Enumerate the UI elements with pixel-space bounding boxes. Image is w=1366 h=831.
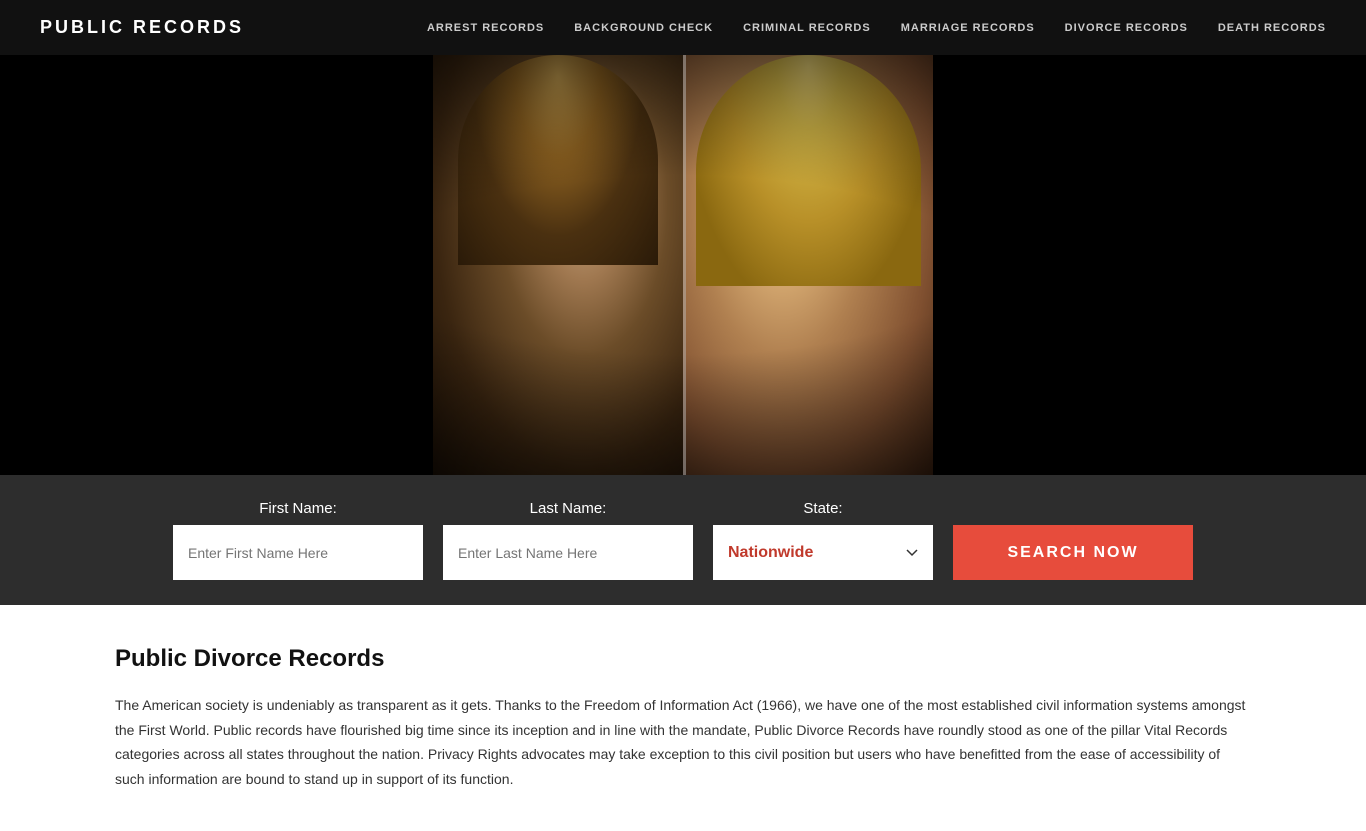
search-field-group: First Name: Last Name: State: Nationwide… (40, 500, 1326, 580)
nav-arrest-records[interactable]: ARREST RECORDS (427, 22, 544, 34)
nav-background-check[interactable]: BACKGROUND CHECK (574, 22, 713, 34)
first-name-label: First Name: (173, 500, 423, 517)
first-name-field: First Name: (173, 500, 423, 580)
nav-marriage-records[interactable]: MARRIAGE RECORDS (901, 22, 1035, 34)
hero-person-left (433, 55, 683, 475)
nav-death-records[interactable]: DEATH RECORDS (1218, 22, 1326, 34)
main-content: Public Divorce Records The American soci… (0, 605, 1366, 831)
state-select[interactable]: NationwideAlabamaAlaskaArizonaArkansasCa… (713, 525, 933, 580)
search-now-button[interactable]: SEARCH NOW (953, 525, 1193, 580)
search-bar: First Name: Last Name: State: Nationwide… (0, 475, 1366, 605)
hero-section (0, 55, 1366, 475)
main-paragraph: The American society is undeniably as tr… (115, 693, 1251, 791)
hero-image (433, 55, 933, 475)
last-name-input[interactable] (443, 525, 693, 580)
site-logo: PUBLIC RECORDS (40, 17, 244, 38)
state-label: State: (713, 500, 933, 517)
hero-person-right (683, 55, 933, 475)
main-nav: ARREST RECORDS BACKGROUND CHECK CRIMINAL… (427, 22, 1326, 34)
first-name-input[interactable] (173, 525, 423, 580)
last-name-label: Last Name: (443, 500, 693, 517)
header: PUBLIC RECORDS ARREST RECORDS BACKGROUND… (0, 0, 1366, 55)
last-name-field: Last Name: (443, 500, 693, 580)
hero-divider (683, 55, 686, 475)
page-heading: Public Divorce Records (115, 645, 1251, 673)
nav-criminal-records[interactable]: CRIMINAL RECORDS (743, 22, 871, 34)
state-field: State: NationwideAlabamaAlaskaArizonaArk… (713, 500, 933, 580)
nav-divorce-records[interactable]: DIVORCE RECORDS (1065, 22, 1188, 34)
